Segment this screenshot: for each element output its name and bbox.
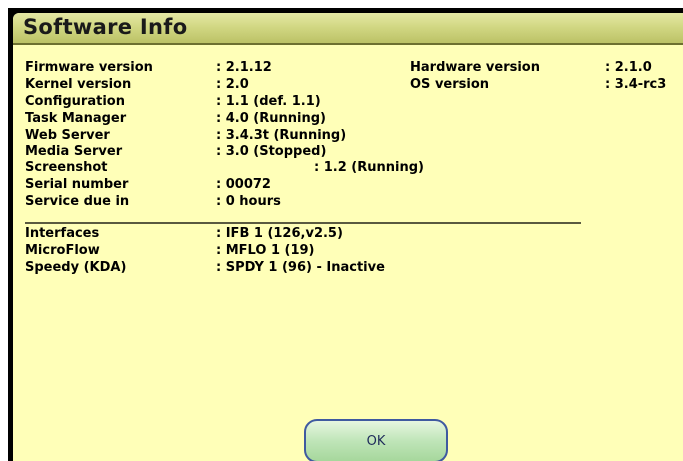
configuration-value: : 1.1 (def. 1.1) [216, 94, 321, 109]
title-bar: Software Info [13, 13, 683, 45]
software-info-dialog: Software Info Firmware version : 2.1.12 … [13, 13, 683, 461]
media-server-label: Media Server [25, 144, 123, 159]
web-server-label: Web Server [25, 128, 110, 143]
os-version-label: OS version [410, 77, 490, 92]
task-manager-value: : 4.0 (Running) [216, 111, 326, 126]
ok-button-label: OK [366, 433, 386, 449]
serial-number-value: : 00072 [216, 177, 271, 192]
dialog-title: Software Info [23, 15, 188, 39]
service-due-label: Service due in [25, 194, 130, 209]
microflow-value: : MFLO 1 (19) [216, 243, 315, 258]
serial-number-label: Serial number [25, 177, 129, 192]
speedy-kda-label: Speedy (KDA) [25, 260, 127, 275]
os-version-value: : 3.4-rc3 [605, 77, 667, 92]
hardware-version-label: Hardware version [410, 60, 540, 75]
interfaces-value: : IFB 1 (126,v2.5) [216, 226, 343, 241]
screenshot-value: : 1.2 (Running) [314, 160, 424, 175]
kernel-version-label: Kernel version [25, 77, 132, 92]
microflow-label: MicroFlow [25, 243, 100, 258]
window-frame: Software Info Firmware version : 2.1.12 … [8, 8, 683, 461]
ok-button[interactable]: OK [304, 419, 448, 461]
configuration-label: Configuration [25, 94, 125, 109]
task-manager-label: Task Manager [25, 111, 127, 126]
media-server-value: : 3.0 (Stopped) [216, 144, 327, 159]
firmware-version-value: : 2.1.12 [216, 60, 272, 75]
web-server-value: : 3.4.3t (Running) [216, 128, 347, 143]
service-due-value: : 0 hours [216, 194, 281, 209]
kernel-version-value: : 2.0 [216, 77, 249, 92]
section-divider [25, 222, 581, 224]
interfaces-label: Interfaces [25, 226, 100, 241]
speedy-kda-value: : SPDY 1 (96) - Inactive [216, 260, 385, 275]
hardware-version-value: : 2.1.0 [605, 60, 652, 75]
screenshot-label: Screenshot [25, 160, 108, 175]
firmware-version-label: Firmware version [25, 60, 153, 75]
